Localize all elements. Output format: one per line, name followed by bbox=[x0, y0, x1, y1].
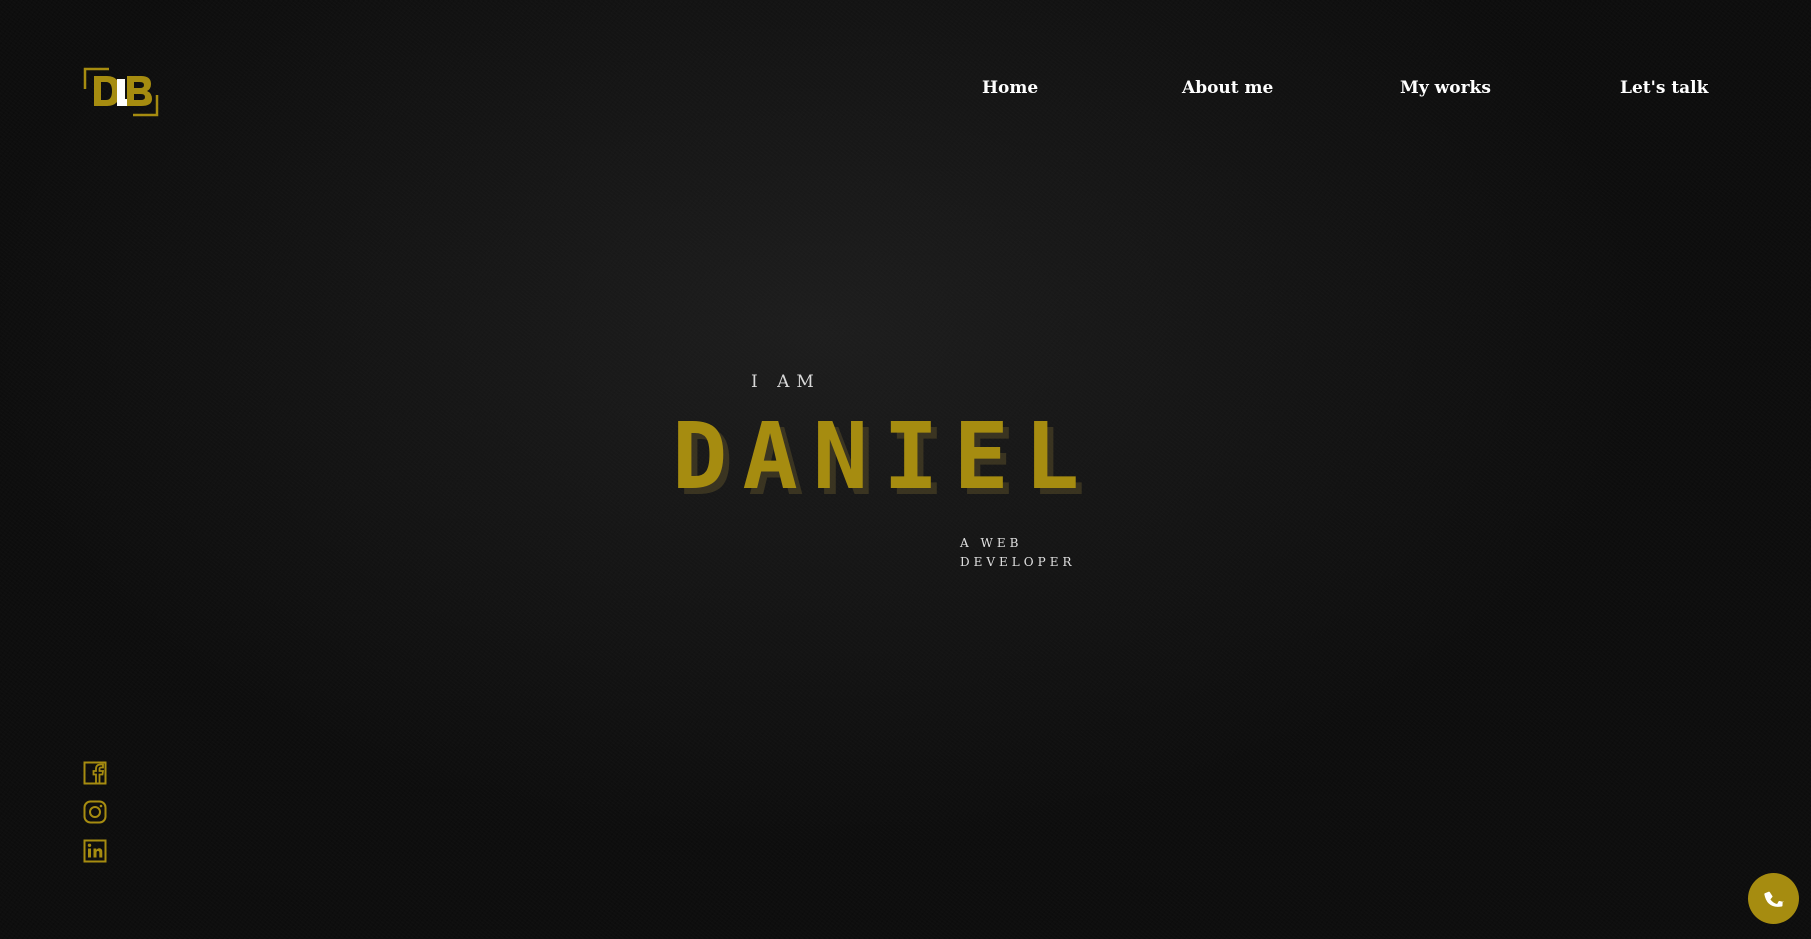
hero-role-line1: A WEB bbox=[960, 536, 1023, 550]
nav-about-link[interactable]: About me bbox=[1182, 78, 1273, 98]
hero-intro: I AM bbox=[751, 372, 821, 392]
instagram-link[interactable] bbox=[83, 800, 107, 824]
hero-role-line2: DEVELOPER bbox=[960, 555, 1076, 569]
phone-icon bbox=[1763, 891, 1784, 907]
nav-talk-link[interactable]: Let's talk bbox=[1620, 78, 1708, 98]
facebook-icon bbox=[83, 761, 107, 785]
nav-works-link[interactable]: My works bbox=[1400, 78, 1491, 98]
linkedin-icon bbox=[83, 839, 107, 863]
nav-home-link[interactable]: Home bbox=[982, 78, 1038, 98]
hero-name: DANIEL bbox=[672, 403, 1095, 510]
instagram-icon bbox=[83, 800, 107, 824]
hero-role: A WEB DEVELOPER bbox=[960, 534, 1090, 572]
phone-call-button[interactable] bbox=[1748, 873, 1799, 924]
social-links bbox=[83, 761, 109, 878]
linkedin-link[interactable] bbox=[83, 839, 107, 863]
main-nav: Home About me My works Let's talk bbox=[0, 78, 1811, 102]
facebook-link[interactable] bbox=[83, 761, 107, 785]
